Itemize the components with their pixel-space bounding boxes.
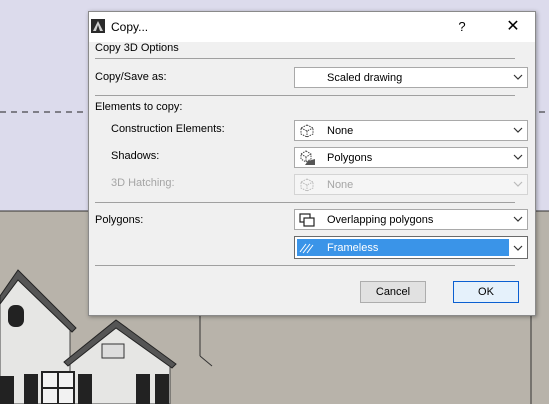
construction-value: None (327, 125, 354, 137)
cube-outline-icon (300, 178, 314, 192)
copy-dialog: Copy... ? ✕ Copy 3D Options Copy/Save as… (88, 11, 536, 316)
hatching-dropdown: None (294, 174, 528, 195)
polygon-style-dropdown[interactable]: Frameless (294, 236, 528, 259)
polygons-value: Overlapping polygons (327, 214, 434, 226)
divider (95, 265, 515, 266)
hatching-value: None (327, 179, 354, 191)
chevron-down-icon (513, 154, 523, 160)
chevron-down-icon (513, 216, 523, 222)
chevron-down-icon (513, 181, 523, 187)
divider (95, 58, 515, 59)
close-button[interactable]: ✕ (499, 16, 527, 38)
polygons-label: Polygons: (95, 214, 144, 226)
copy-save-label: Copy/Save as: (95, 71, 167, 83)
help-button[interactable]: ? (453, 19, 471, 35)
section-header: Copy 3D Options (95, 42, 179, 54)
divider (95, 95, 515, 96)
polygon-style-value: Frameless (327, 242, 379, 254)
cancel-button[interactable]: Cancel (360, 281, 426, 303)
chevron-down-icon (513, 245, 523, 251)
shadows-label: Shadows: (111, 150, 160, 162)
shadows-dropdown[interactable]: Polygons (294, 147, 528, 168)
copy-save-dropdown[interactable]: Scaled drawing (294, 67, 528, 88)
shadows-value: Polygons (327, 152, 373, 164)
polygons-dropdown[interactable]: Overlapping polygons (294, 209, 528, 230)
archicad-app-icon (91, 19, 105, 33)
ok-button[interactable]: OK (453, 281, 519, 303)
window-title: Copy... (111, 20, 149, 34)
overlapping-polygons-icon (299, 213, 315, 227)
elements-header: Elements to copy: (95, 101, 183, 113)
cube-outline-icon (300, 124, 314, 138)
construction-dropdown[interactable]: None (294, 120, 528, 141)
hatching-label: 3D Hatching: (111, 177, 175, 189)
title-bar[interactable]: Copy... ? ✕ (89, 12, 535, 42)
copy-save-value: Scaled drawing (327, 72, 403, 84)
hatch-pattern-icon (299, 243, 314, 254)
construction-label: Construction Elements: (111, 123, 225, 135)
chevron-down-icon (513, 74, 523, 80)
chevron-down-icon (513, 127, 523, 133)
divider (95, 202, 515, 203)
cube-shadow-icon (300, 150, 315, 165)
